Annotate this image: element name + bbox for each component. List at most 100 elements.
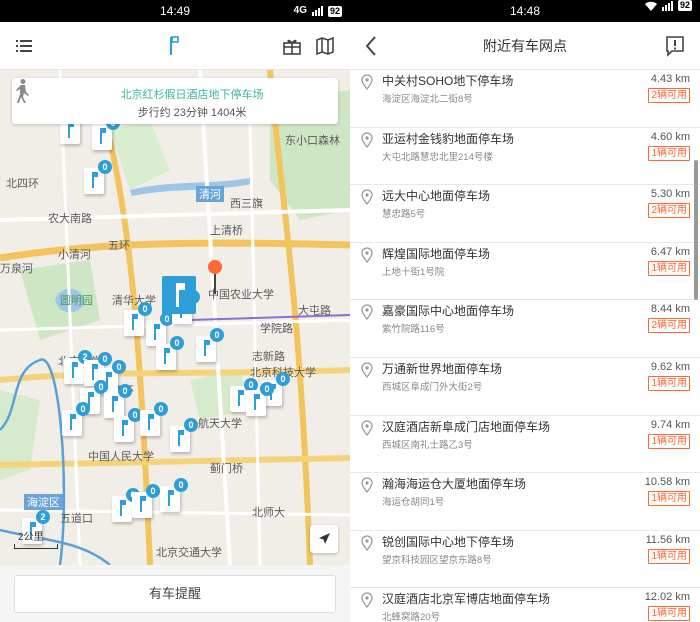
marker-count-badge: 0 xyxy=(98,160,112,174)
map-label: 中国农业大学 xyxy=(208,289,274,301)
parking-name: 嘉豪国际中心地面停车场 xyxy=(382,304,515,319)
available-cars-badge: 1辆可用 xyxy=(648,433,690,449)
map-label: 东小口森林 xyxy=(285,135,340,147)
location-pin-icon xyxy=(361,420,373,436)
list-header: 附近有车网点 xyxy=(350,22,700,70)
page-title: 附近有车网点 xyxy=(483,38,567,54)
location-pin-icon xyxy=(361,362,373,378)
marker-count-badge: 0 xyxy=(260,382,274,396)
parking-marker[interactable]: 0 xyxy=(104,384,132,418)
parking-marker[interactable]: 0 xyxy=(92,116,120,150)
parking-marker[interactable]: 0 xyxy=(160,478,188,512)
nearby-list-screen: 14:48 92 附近有车网点 中关村SOHO地下停车场 海淀区海淀北二街8号 … xyxy=(350,0,700,622)
available-cars-badge: 1辆可用 xyxy=(648,548,690,564)
map-label: 中国人民大学 xyxy=(88,451,154,463)
locate-me-button[interactable] xyxy=(310,525,338,553)
marker-count-badge: 0 xyxy=(98,352,112,366)
parking-address: 海运仓胡同1号 xyxy=(382,497,445,509)
parking-marker[interactable]: 0 xyxy=(112,488,140,522)
parking-address: 慧忠路5号 xyxy=(382,209,426,221)
available-cars-badge: 2辆可用 xyxy=(648,203,690,219)
map-scale-label: 2公里 xyxy=(18,532,44,543)
available-cars-badge: 1辆可用 xyxy=(648,376,690,391)
parking-marker[interactable]: 2 xyxy=(64,350,92,384)
status-bar: 14:49 4G 92 xyxy=(0,0,350,22)
map-label: 航天大学 xyxy=(198,418,242,430)
parking-name: 汉庭酒店新阜成门店地面停车场 xyxy=(382,419,551,434)
wifi-icon xyxy=(644,1,657,11)
parking-name: 中关村SOHO地下停车场 xyxy=(382,74,514,88)
selected-parking-marker[interactable] xyxy=(162,276,196,314)
map-label: 志新路 xyxy=(252,351,285,363)
parking-marker[interactable]: 0 xyxy=(140,402,168,436)
parking-address: 大屯北路慧忠北里214号楼 xyxy=(382,151,493,163)
parking-list[interactable]: 中关村SOHO地下停车场 海淀区海淀北二街8号 4.43 km 2辆可用 亚运村… xyxy=(350,70,700,622)
list-item[interactable]: 瀚海海运仓大厦地面停车场 海运仓胡同1号 10.58 km 1辆可用 xyxy=(350,473,700,531)
map-label: 小清河 xyxy=(58,249,91,261)
location-pin-icon xyxy=(361,535,373,551)
parking-marker[interactable]: 0 xyxy=(62,402,90,436)
marker-count-badge: 0 xyxy=(112,360,126,374)
location-pin-icon xyxy=(361,304,373,321)
map-view[interactable]: 东小口森林 北四环 农大南路 五环 小清河 上清桥 西三旗 清河 清华大学 中国… xyxy=(0,70,350,565)
available-cars-badge: 1辆可用 xyxy=(648,145,690,161)
list-item[interactable]: 嘉豪国际中心地面停车场 紫竹院路116号 8.44 km 2辆可用 xyxy=(350,300,700,358)
parking-name: 辉煌国际地面停车场 xyxy=(382,246,491,261)
map-label: 上清桥 xyxy=(210,225,243,237)
parking-name: 瀚海海运仓大厦地面停车场 xyxy=(382,477,527,492)
gift-icon[interactable] xyxy=(280,34,304,58)
map-label: 北师大 xyxy=(252,507,285,519)
list-item[interactable]: 中关村SOHO地下停车场 海淀区海淀北二街8号 4.43 km 2辆可用 xyxy=(350,70,700,128)
map-label: 海淀区 xyxy=(24,494,63,510)
map-label: 北四环 xyxy=(6,178,39,190)
map-icon[interactable] xyxy=(313,34,337,58)
parking-marker[interactable]: 0 xyxy=(170,418,198,452)
feedback-icon[interactable] xyxy=(664,34,686,58)
map-label: 五道口 xyxy=(60,513,93,525)
map-label: 万泉河 xyxy=(0,263,33,275)
parking-marker[interactable]: 0 xyxy=(196,328,224,362)
list-item[interactable]: 锐创国际中心地下停车场 望京科技园区望京东路8号 11.56 km 1辆可用 xyxy=(350,531,700,589)
car-reminder-button[interactable]: 有车提醒 xyxy=(14,575,336,613)
list-item[interactable]: 亚运村金钱豹地面停车场 大屯北路慧忠北里214号楼 4.60 km 1辆可用 xyxy=(350,128,700,186)
marker-count-badge: 0 xyxy=(184,418,198,432)
parking-distance: 4.43 km xyxy=(650,73,690,85)
available-cars-badge: 2辆可用 xyxy=(648,318,690,334)
marker-count-badge: 0 xyxy=(170,336,184,350)
parking-address: 北蜂窝路20号 xyxy=(382,612,441,622)
available-cars-badge: 1辆可用 xyxy=(648,491,690,507)
parking-marker[interactable]: 0 xyxy=(156,336,184,370)
parking-name: 远大中心地面停车场 xyxy=(382,189,491,204)
list-item[interactable]: 汉庭酒店北京军博店地面停车场 北蜂窝路20号 12.02 km 1辆可用 xyxy=(350,588,700,622)
parking-marker[interactable]: 0 xyxy=(246,382,274,416)
map-label: 北京交通大学 xyxy=(156,547,222,559)
list-item[interactable]: 辉煌国际地面停车场 上地十街1号院 6.47 km 1辆可用 xyxy=(350,243,700,301)
battery-indicator: 92 xyxy=(327,5,342,17)
walking-person-icon xyxy=(16,79,29,103)
parking-name: 万通新世界地面停车场 xyxy=(382,362,503,376)
marker-count-badge: 0 xyxy=(76,402,90,416)
marker-count-badge: 2 xyxy=(36,510,50,524)
location-pin-icon xyxy=(361,132,373,148)
available-cars-badge: 1辆可用 xyxy=(648,260,690,276)
list-item[interactable]: 万通新世界地面停车场 西城区阜成门外大街2号 9.62 km 1辆可用 xyxy=(350,358,700,416)
parking-address: 海淀区海淀北二街8号 xyxy=(382,94,473,105)
parking-name: 汉庭酒店北京军博店地面停车场 xyxy=(382,592,551,607)
parking-name: 亚运村金钱豹地面停车场 xyxy=(382,131,515,146)
list-scrollbar[interactable] xyxy=(694,160,698,300)
parking-marker[interactable]: 0 xyxy=(114,408,142,442)
parking-marker[interactable]: 0 xyxy=(84,160,112,194)
walking-route-card[interactable]: 北京红杉假日酒店地下停车场 步行约 23分钟 1404米 xyxy=(12,78,338,124)
list-item[interactable]: 汉庭酒店新阜成门店地面停车场 西城区南礼士路乙3号 9.74 km 1辆可用 xyxy=(350,416,700,474)
parking-marker[interactable]: 0 xyxy=(124,302,152,336)
marker-count-badge: 0 xyxy=(118,384,132,398)
parking-marker[interactable]: 0 xyxy=(146,312,174,346)
map-label: 蓟门桥 xyxy=(210,463,243,475)
map-screen: 14:49 4G 92 东小口森林 北四环 农大南路 五环 小清河 上清桥 西三… xyxy=(0,0,350,622)
parking-marker[interactable]: 0 xyxy=(132,484,160,518)
signal-icon xyxy=(311,6,323,16)
list-item[interactable]: 远大中心地面停车场 慧忠路5号 5.30 km 2辆可用 xyxy=(350,185,700,243)
menu-icon[interactable] xyxy=(12,34,36,58)
marker-count-badge: 0 xyxy=(276,372,290,386)
map-label: 五环 xyxy=(108,240,130,252)
